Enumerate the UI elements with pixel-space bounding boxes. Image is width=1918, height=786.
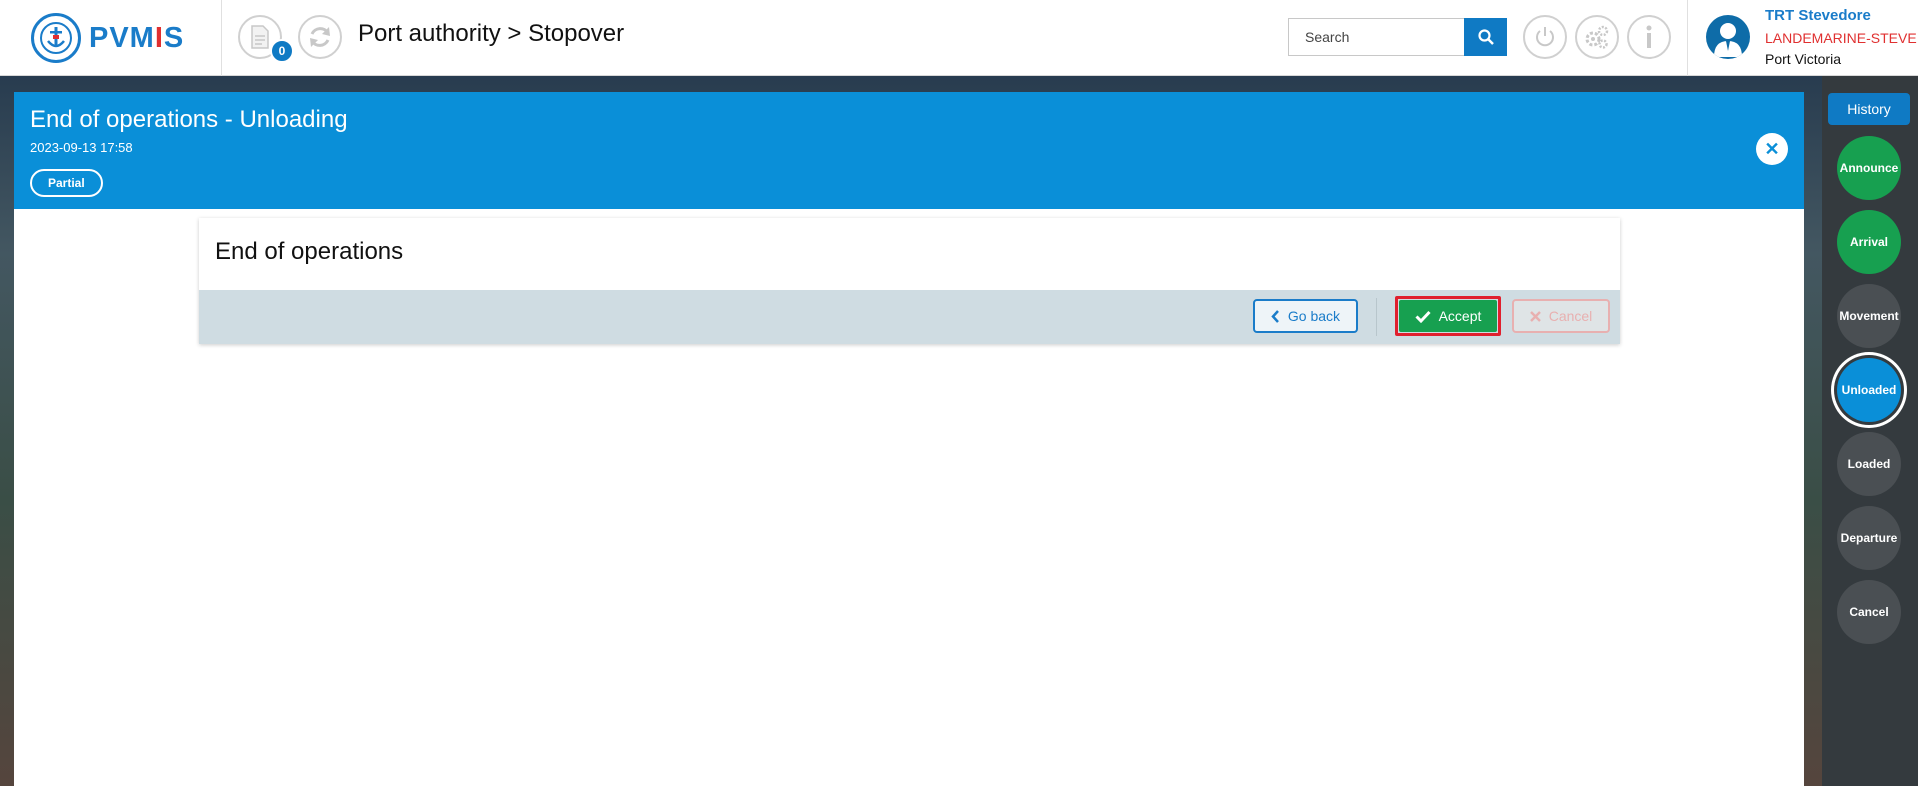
panel-title: End of operations - Unloading (30, 106, 348, 133)
card-title: End of operations (215, 238, 404, 265)
chevron-left-icon (1271, 309, 1279, 323)
step-announce[interactable]: Announce (1837, 136, 1901, 200)
cancel-button[interactable]: Cancel (1512, 299, 1610, 333)
gears-icon (1585, 25, 1609, 49)
go-back-label: Go back (1287, 308, 1341, 324)
step-arrival[interactable]: Arrival (1837, 210, 1901, 274)
notification-count-badge: 0 (270, 39, 294, 63)
port-emblem-icon (31, 13, 81, 63)
step-unloaded[interactable]: Unloaded (1837, 358, 1901, 422)
refresh-icon (310, 27, 330, 47)
status-badge: Partial (30, 169, 103, 197)
top-bar: PVMIS 0 Port authority > Stopover Search… (0, 0, 1918, 76)
logo[interactable]: PVMIS (0, 0, 222, 76)
main-panel: End of operations - Unloading 2023-09-13… (14, 92, 1804, 786)
user-port: Port Victoria (1765, 51, 1841, 67)
accept-button[interactable]: Accept (1399, 300, 1497, 332)
user-company: LANDEMARINE-STEVE (1765, 30, 1917, 46)
panel-header: End of operations - Unloading 2023-09-13… (14, 92, 1804, 209)
user-name: TRT Stevedore (1765, 7, 1871, 24)
logout-button[interactable] (1523, 15, 1567, 59)
panel-date: 2023-09-13 17:58 (30, 140, 133, 155)
user-profile[interactable]: TRT Stevedore LANDEMARINE-STEVE Port Vic… (1687, 0, 1918, 76)
breadcrumb: Port authority > Stopover (358, 20, 625, 47)
search-button[interactable] (1464, 18, 1507, 56)
settings-button[interactable] (1575, 15, 1619, 59)
step-cancel[interactable]: Cancel (1837, 580, 1901, 644)
user-icon (1714, 23, 1742, 57)
refresh-button[interactable] (298, 15, 342, 59)
step-loaded[interactable]: Loaded (1837, 432, 1901, 496)
card-actions: Go back Accept Cancel (199, 290, 1620, 344)
go-back-button[interactable]: Go back (1253, 299, 1358, 333)
step-departure[interactable]: Departure (1837, 506, 1901, 570)
check-icon (1415, 310, 1431, 323)
info-button[interactable] (1627, 15, 1671, 59)
close-button[interactable]: ✕ (1756, 133, 1788, 165)
power-icon (1536, 27, 1554, 47)
history-sidebar: History Announce Arrival Movement Unload… (1822, 76, 1918, 786)
document-icon (251, 25, 269, 49)
x-icon (1529, 310, 1541, 322)
close-icon: ✕ (1764, 139, 1780, 159)
step-movement[interactable]: Movement (1837, 284, 1901, 348)
history-button[interactable]: History (1828, 93, 1910, 125)
search-input[interactable] (1288, 18, 1464, 56)
avatar (1706, 15, 1750, 59)
search-icon (1477, 29, 1494, 45)
accept-label: Accept (1438, 308, 1482, 324)
info-icon (1646, 25, 1652, 48)
end-of-operations-card: End of operations Go back Accept Cancel (199, 218, 1620, 344)
cancel-label: Cancel (1548, 308, 1593, 324)
logo-text: PVMIS (89, 21, 185, 54)
divider (1376, 298, 1377, 336)
